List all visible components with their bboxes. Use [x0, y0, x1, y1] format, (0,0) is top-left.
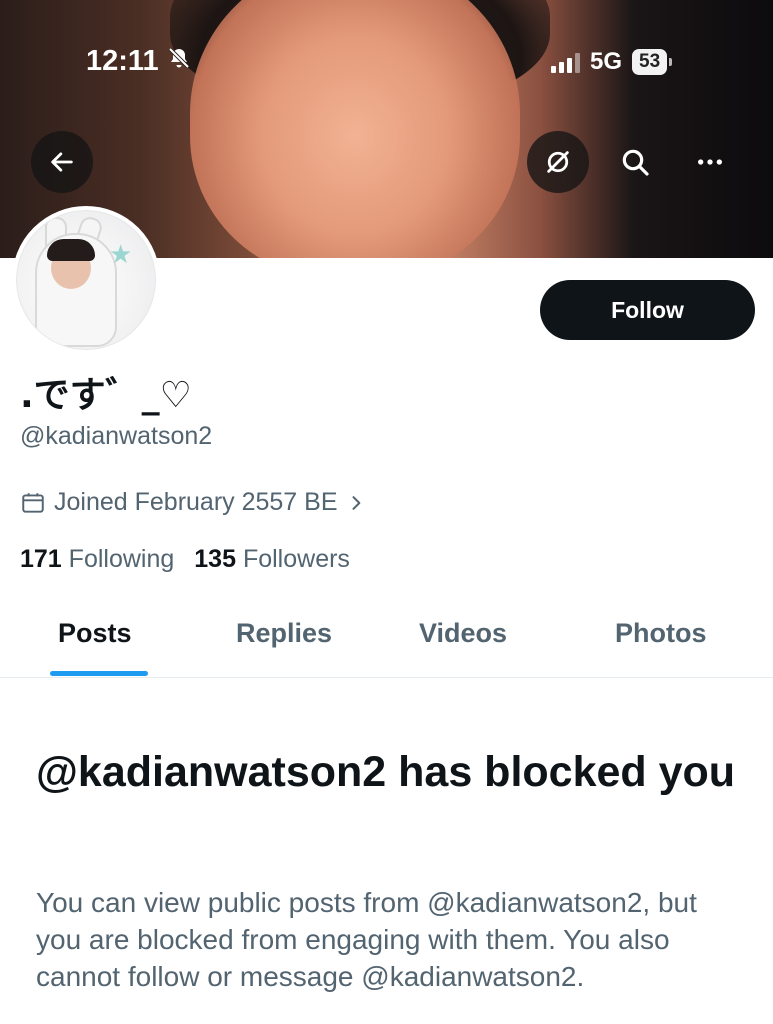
- more-options-button[interactable]: [686, 138, 734, 186]
- followers-count: 135: [194, 545, 236, 573]
- blocked-message: You can view public posts from @kadianwa…: [36, 887, 697, 992]
- tab-replies[interactable]: Replies: [236, 618, 332, 649]
- joined-text: Joined February 2557 BE: [54, 488, 338, 516]
- followers-label: Followers: [242, 545, 350, 573]
- grok-icon: [547, 151, 569, 173]
- following-label: Following: [68, 545, 175, 573]
- avatar[interactable]: ★: [12, 206, 160, 354]
- followers-link[interactable]: 135 Followers: [194, 545, 350, 574]
- search-icon: [622, 149, 649, 176]
- network-label: 5G: [590, 48, 623, 75]
- avatar-hair: [47, 239, 95, 261]
- search-button[interactable]: [611, 138, 659, 186]
- blocked-title: @kadianwatson2 has blocked you: [36, 748, 736, 796]
- back-arrow-icon: [51, 152, 73, 172]
- following-count: 171: [20, 545, 62, 573]
- battery-indicator: 53: [632, 49, 668, 75]
- time-text: 12:11: [86, 45, 159, 77]
- chevron-right-icon: [352, 495, 360, 510]
- active-tab-indicator: [50, 671, 148, 676]
- avatar-photo: ★: [16, 210, 156, 350]
- bell-slash-icon: [167, 45, 191, 78]
- banner-photo-face: [190, 0, 520, 258]
- status-bar-right: 5G 53: [551, 48, 673, 76]
- follow-stats: 171 Following 135 Followers: [20, 545, 350, 574]
- profile-handle: @kadianwatson2: [20, 422, 213, 450]
- profile-tabs: Posts Replies Videos Photos: [0, 600, 773, 678]
- joined-date[interactable]: Joined February 2557 BE: [20, 488, 366, 517]
- display-name: .です゛_♡: [20, 375, 192, 416]
- more-icon: [698, 159, 722, 165]
- status-bar-time: 12:11: [86, 45, 191, 78]
- following-link[interactable]: 171 Following: [20, 545, 174, 574]
- signal-icon: [551, 51, 580, 73]
- tab-photos[interactable]: Photos: [615, 618, 707, 649]
- calendar-icon: [22, 492, 44, 513]
- follow-button[interactable]: Follow: [540, 280, 755, 340]
- tab-posts[interactable]: Posts: [58, 618, 132, 649]
- tab-videos[interactable]: Videos: [419, 618, 507, 649]
- grok-button[interactable]: [527, 131, 589, 193]
- star-icon: ★: [109, 239, 133, 269]
- battery-nub: [669, 58, 673, 66]
- back-button[interactable]: [31, 131, 93, 193]
